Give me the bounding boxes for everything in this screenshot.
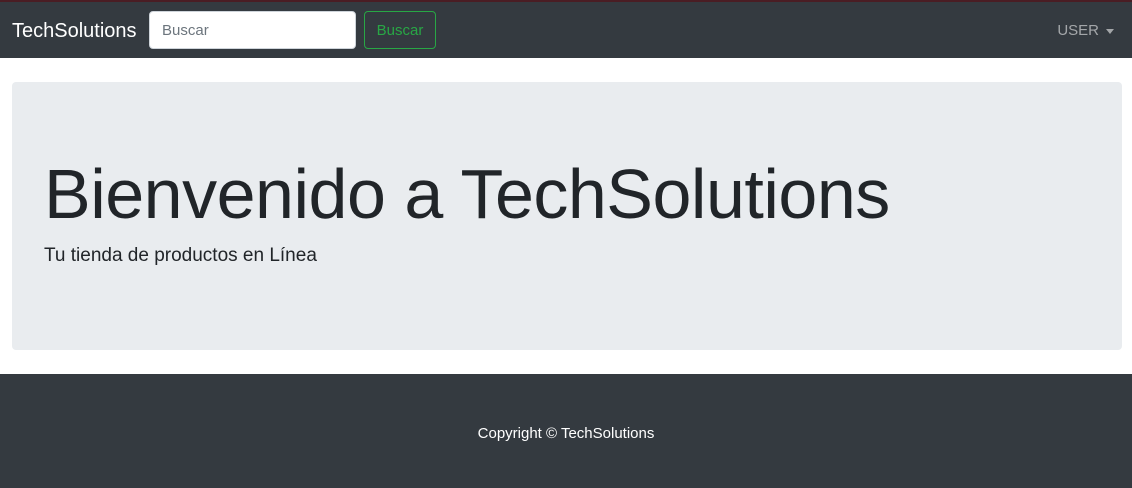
navbar: TechSolutions Buscar USER: [0, 2, 1132, 58]
search-input[interactable]: [149, 11, 356, 49]
brand-link[interactable]: TechSolutions: [12, 19, 137, 43]
search-button[interactable]: Buscar: [364, 11, 436, 49]
footer: Copyright © TechSolutions: [0, 374, 1132, 488]
jumbotron: Bienvenido a TechSolutions Tu tienda de …: [12, 82, 1122, 350]
copyright-text: Copyright © TechSolutions: [477, 425, 655, 442]
page-title: Bienvenido a TechSolutions: [44, 155, 890, 233]
caret-down-icon: [1106, 28, 1114, 34]
user-dropdown-toggle[interactable]: USER: [1057, 21, 1114, 41]
page-subtitle: Tu tienda de productos en Línea: [44, 245, 317, 266]
user-menu-label: USER: [1057, 22, 1099, 39]
